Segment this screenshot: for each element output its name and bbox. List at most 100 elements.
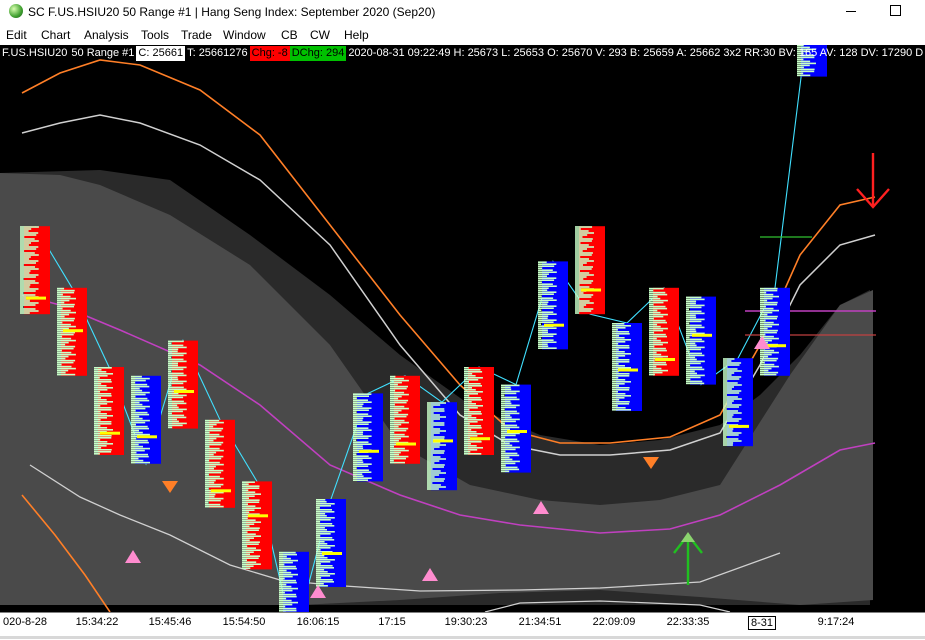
volume-row [353,407,372,409]
volume-row [316,555,324,557]
volume-row [205,464,224,466]
volume-row [242,555,260,557]
menu-tools[interactable]: Tools [141,28,169,42]
bar-6 [242,481,272,569]
volume-row [501,419,520,421]
volume-row [538,299,557,301]
time-label: 22:09:09 [593,616,636,628]
menu-cw[interactable]: CW [310,28,330,42]
volume-row [168,351,178,353]
volume-row [686,299,705,301]
volume-row [723,364,740,366]
volume-row [427,484,441,486]
maximize-button[interactable] [882,2,908,20]
volume-row [501,445,512,447]
menu-help[interactable]: Help [344,28,369,42]
volume-row [649,362,666,364]
volume-row [390,450,409,452]
volume-row [427,414,440,416]
bar-9 [353,393,383,481]
volume-row [353,471,371,473]
menu-chart[interactable]: Chart [41,28,70,42]
volume-row [501,421,516,423]
volume-row [242,491,255,493]
volume-row [760,308,774,310]
volume-row [501,469,519,471]
app-globe-icon [9,4,23,18]
volume-row [94,429,113,431]
price-chart[interactable] [0,45,925,612]
volume-row [57,350,62,352]
volume-row [131,380,146,382]
volume-row [686,303,696,305]
volume-row [686,343,695,345]
volume-row [94,415,113,417]
volume-row [168,383,183,385]
volume-row [686,359,697,361]
volume-row [464,447,483,449]
volume-row [760,292,766,294]
volume-row [279,552,296,554]
volume-row [94,417,107,419]
volume-row [94,395,112,397]
volume-row [686,383,704,385]
volume-row [20,266,35,268]
volume-row [612,339,631,341]
volume-row [205,426,213,428]
volume-row [427,424,444,426]
volume-row [501,387,511,389]
volume-row [168,399,172,401]
menu-analysis[interactable]: Analysis [84,28,129,42]
volume-row [316,539,334,541]
volume-row [427,404,440,406]
poc-marker [766,344,786,347]
volume-row [686,311,702,313]
volume-row [427,464,445,466]
volume-row [353,459,363,461]
volume-row [94,453,100,455]
volume-row [723,416,732,418]
volume-row [205,506,224,508]
minimize-button[interactable] [838,2,864,20]
volume-row [686,375,705,377]
volume-row [612,407,626,409]
menu-edit[interactable]: Edit [6,28,27,42]
bar-14 [538,261,568,349]
volume-row [242,565,254,567]
volume-row [464,445,477,447]
menu-trade[interactable]: Trade [181,28,212,42]
menu-cb[interactable]: CB [281,28,298,42]
volume-row [575,256,580,258]
volume-row [538,295,542,297]
volume-row [612,393,625,395]
volume-row [57,296,71,298]
volume-row [390,426,399,428]
volume-row [205,434,219,436]
volume-row [649,332,654,334]
volume-row [94,397,101,399]
volume-row [316,499,325,501]
volume-row [94,409,112,411]
volume-row [538,267,542,269]
volume-row [390,412,398,414]
volume-row [20,254,39,256]
volume-row [686,353,702,355]
volume-row [242,501,259,503]
volume-row [168,371,171,373]
time-label: 15:54:50 [223,616,266,628]
time-label: 15:34:22 [76,616,119,628]
volume-row [575,272,589,274]
volume-row [575,296,591,298]
volume-row [464,427,482,429]
volume-row [94,389,107,391]
volume-row [427,458,446,460]
volume-row [20,312,30,314]
volume-row [390,410,402,412]
volume-row [501,401,511,403]
volume-row [723,438,738,440]
menu-window[interactable]: Window [223,28,266,42]
time-label: 020-8-28 [3,616,47,628]
volume-row [168,405,177,407]
time-label: 19:30:23 [445,616,488,628]
volume-row [279,556,287,558]
